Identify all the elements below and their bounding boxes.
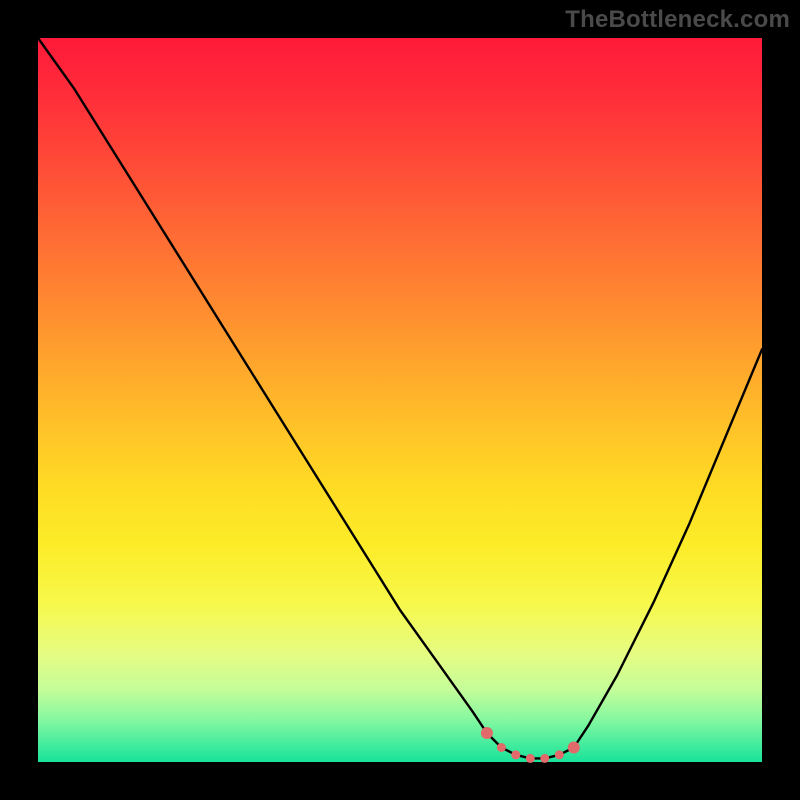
highlight-dot [555, 750, 564, 759]
highlight-dot [526, 754, 535, 763]
chart-svg [38, 38, 762, 762]
curve-path [38, 38, 762, 758]
highlight-dot [481, 727, 493, 739]
highlight-dot [540, 754, 549, 763]
highlight-dot [511, 750, 520, 759]
highlight-dot [497, 743, 506, 752]
highlight-dot [568, 742, 580, 754]
chart-frame: TheBottleneck.com [0, 0, 800, 800]
plot-area [38, 38, 762, 762]
highlight-dots [481, 727, 580, 763]
curve-line [38, 38, 762, 758]
watermark-text: TheBottleneck.com [565, 6, 790, 34]
